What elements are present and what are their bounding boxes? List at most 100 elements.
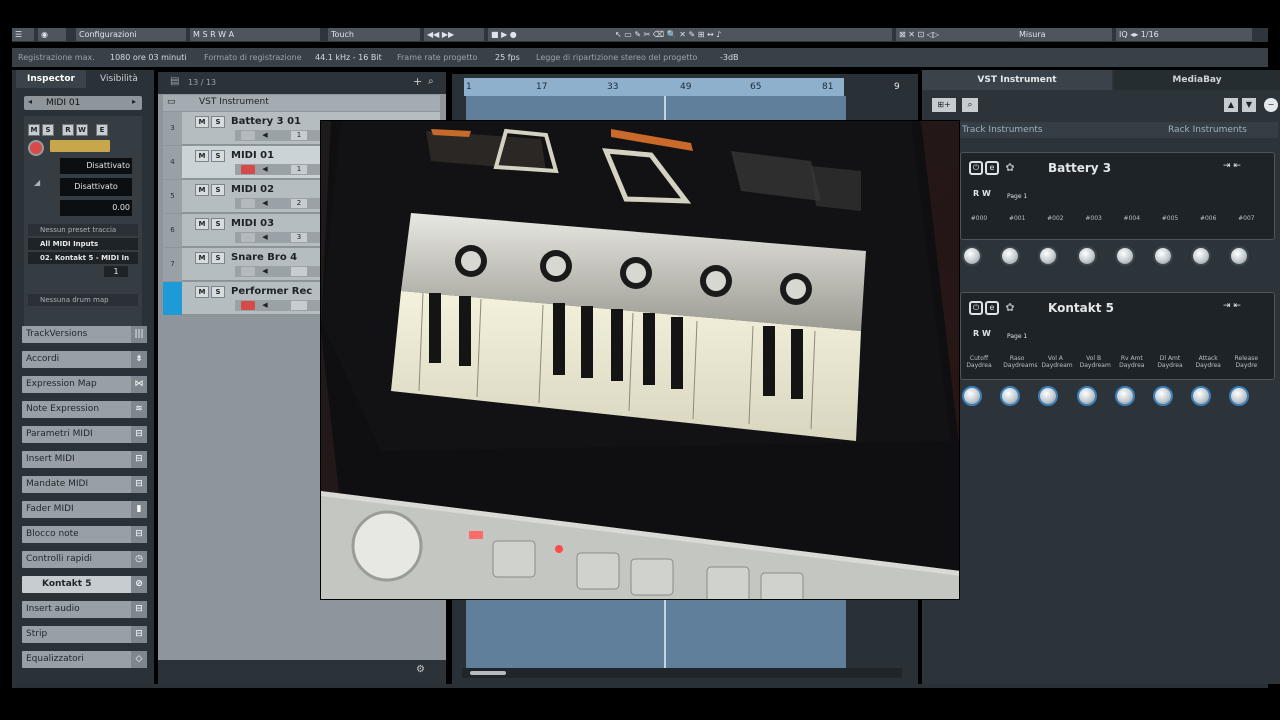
panlaw-value[interactable]: -3dB: [720, 48, 739, 67]
section-icon[interactable]: ⊟: [131, 526, 147, 543]
inspector-section-note-expression[interactable]: Note Expression ≋: [22, 401, 147, 418]
track-solo-button[interactable]: S: [211, 252, 225, 264]
framerate-value[interactable]: 25 fps: [495, 48, 520, 67]
track-name[interactable]: MIDI 02: [231, 184, 274, 195]
folder-track[interactable]: ▭ VST Instrument: [163, 95, 440, 111]
track-solo-button[interactable]: S: [211, 286, 225, 298]
track-name[interactable]: MIDI 03: [231, 218, 274, 229]
track-mute-button[interactable]: M: [195, 150, 209, 162]
move-down-icon[interactable]: ▼: [1242, 98, 1256, 112]
automation-mode-dropdown[interactable]: Touch: [328, 28, 420, 41]
power-icon[interactable]: ⏻: [969, 161, 983, 175]
midi-channel-field[interactable]: 1: [104, 266, 128, 277]
inspector-section-equalizzatori[interactable]: Equalizzatori ◇: [22, 651, 147, 668]
scroll-thumb[interactable]: [470, 671, 506, 675]
track-mute-button[interactable]: M: [195, 184, 209, 196]
midi-input-select[interactable]: All MIDI Inputs: [28, 238, 138, 250]
quick-control-knob[interactable]: [1000, 246, 1021, 266]
midi-output-select[interactable]: 02. Kontakt 5 - MIDI In: [28, 252, 138, 264]
horizontal-scrollbar[interactable]: [462, 668, 902, 678]
inspector-section-mandate-midi[interactable]: Mandate MIDI ⊟: [22, 476, 147, 493]
configurations-dropdown[interactable]: Configurazioni: [76, 28, 186, 41]
move-up-icon[interactable]: ▲: [1224, 98, 1238, 112]
section-icon[interactable]: ▮: [131, 501, 147, 518]
quick-control-knob[interactable]: [962, 386, 982, 406]
quick-control-knob[interactable]: [1153, 386, 1173, 406]
transport-rewind[interactable]: ◀◀ ▶▶: [424, 28, 484, 41]
section-icon[interactable]: ≋: [131, 401, 147, 418]
track-record-button[interactable]: [241, 131, 255, 140]
section-icon[interactable]: ⊘: [131, 576, 147, 593]
track-mute-button[interactable]: M: [195, 252, 209, 264]
quantize-dropdown[interactable]: IQ ◂▸ 1/16: [1116, 28, 1252, 41]
read-write-buttons[interactable]: R W: [973, 189, 991, 198]
read-button[interactable]: R: [62, 124, 74, 136]
ruler[interactable]: 1 17 33 49 65 81 9: [464, 78, 900, 96]
add-track-icon[interactable]: +: [413, 75, 422, 88]
snap-buttons[interactable]: ⊠ ✕ ⊡ ◁▷: [896, 28, 1016, 41]
toolbar-button[interactable]: ◉: [38, 28, 66, 41]
write-button[interactable]: W: [76, 124, 88, 136]
track-mute-button[interactable]: M: [195, 218, 209, 230]
inspector-section-blocco-note[interactable]: Blocco note ⊟: [22, 526, 147, 543]
section-icon[interactable]: ⊟: [131, 601, 147, 618]
inspector-section-kontakt-5[interactable]: Kontakt 5 ⊘: [22, 576, 147, 593]
track-instruments-label[interactable]: Track Instruments: [962, 122, 1043, 138]
remove-icon[interactable]: −: [1264, 98, 1278, 112]
track-channel[interactable]: 1: [291, 131, 307, 140]
quick-control-knob[interactable]: [1229, 246, 1250, 266]
settings-icon[interactable]: ✿: [1003, 301, 1017, 315]
inspector-section-fader-midi[interactable]: Fader MIDI ▮: [22, 501, 147, 518]
track-solo-button[interactable]: S: [211, 184, 225, 196]
quick-control-knob[interactable]: [1153, 246, 1173, 266]
page-selector[interactable]: Page 1: [1007, 333, 1027, 340]
track-mute-button[interactable]: M: [195, 286, 209, 298]
tool-buttons[interactable]: ↖ ▭ ✎ ✂ ⌫ 🔍 ✕ ✎ ⊞ ↔ ♪: [612, 28, 892, 41]
section-icon[interactable]: ⋈: [131, 376, 147, 393]
section-icon[interactable]: ◷: [131, 551, 147, 568]
edit-instrument-icon[interactable]: e: [985, 301, 999, 315]
inspector-section-accordi[interactable]: Accordi ⇟: [22, 351, 147, 368]
settings-icon[interactable]: ✿: [1003, 161, 1017, 175]
pan-control[interactable]: Disattivato: [60, 178, 132, 196]
tab-visibility[interactable]: Visibilità: [86, 70, 152, 88]
expand-arrow-icon[interactable]: ▸: [132, 97, 136, 106]
track-channel[interactable]: [291, 267, 307, 276]
section-icon[interactable]: ⊟: [131, 476, 147, 493]
quick-control-knob[interactable]: [1076, 386, 1097, 406]
volume-fader-a[interactable]: Disattivato: [60, 158, 132, 174]
monitor-icon[interactable]: ◀: [259, 165, 271, 174]
tab-vst-instrument[interactable]: VST Instrument: [922, 70, 1112, 90]
quick-control-knob[interactable]: [1000, 386, 1021, 406]
track-record-button[interactable]: [241, 267, 255, 276]
section-icon[interactable]: ⊟: [131, 626, 147, 643]
inspector-section-parametri-midi[interactable]: Parametri MIDI ⊟: [22, 426, 147, 443]
track-name[interactable]: Battery 3 01: [231, 116, 301, 127]
inspector-section-controlli-rapidi[interactable]: Controlli rapidi ◷: [22, 551, 147, 568]
settings-icon[interactable]: ⚙: [416, 664, 425, 675]
quick-control-knob[interactable]: [1114, 386, 1135, 406]
io-icons[interactable]: ⇥ ⇤: [1223, 161, 1263, 173]
track-mute-button[interactable]: M: [195, 116, 209, 128]
monitor-icon[interactable]: ◀: [259, 131, 271, 140]
quick-control-knob[interactable]: [1191, 246, 1212, 266]
monitor-icon[interactable]: ◀: [259, 199, 271, 208]
tab-inspector[interactable]: Inspector: [16, 70, 86, 88]
transport-controls[interactable]: ■ ▶ ●: [488, 28, 618, 41]
quick-control-knob[interactable]: [1114, 246, 1135, 266]
volume-value[interactable]: 0.00: [60, 200, 132, 216]
track-solo-button[interactable]: S: [211, 150, 225, 162]
track-record-button[interactable]: [241, 301, 255, 310]
quick-control-knob[interactable]: [1038, 246, 1059, 266]
rack-kontakt-5[interactable]: ⏻ e ✿ Kontakt 5 ⇥ ⇤ R W Page 1 Cutoff Daydrea Ra…: [960, 292, 1275, 380]
track-channel[interactable]: [291, 301, 307, 310]
mode-buttons[interactable]: M S R W A: [190, 28, 320, 41]
list-icon[interactable]: ▤: [170, 76, 179, 87]
section-icon[interactable]: ◇: [131, 651, 147, 668]
inspector-track-header[interactable]: ◂ MIDI 01 ▸: [24, 96, 142, 110]
grid-type-dropdown[interactable]: Misura: [1016, 28, 1112, 41]
track-name[interactable]: Snare Bro 4: [231, 252, 297, 263]
track-record-button[interactable]: [241, 165, 255, 174]
quick-control-knob[interactable]: [1038, 386, 1059, 406]
edit-button[interactable]: E: [96, 124, 108, 136]
